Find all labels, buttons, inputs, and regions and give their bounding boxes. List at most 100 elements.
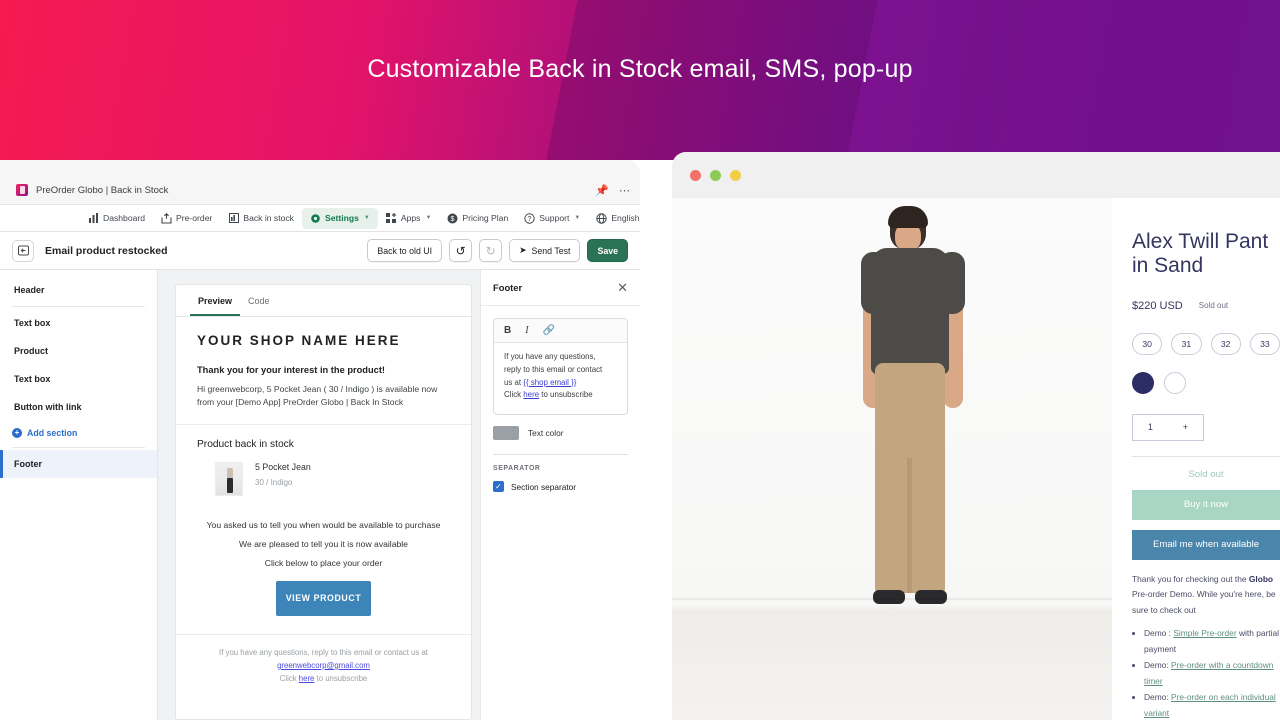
sidebar-item-footer[interactable]: Footer — [0, 450, 157, 478]
back-to-old-ui-button[interactable]: Back to old UI — [367, 239, 443, 262]
product-info: 5 Pocket Jean 30 / Indigo — [255, 462, 311, 496]
bold-button[interactable]: B — [504, 325, 511, 336]
plus-icon: + — [12, 428, 22, 438]
desc-pre: Thank you for checking out the — [1132, 573, 1249, 584]
back-arrow-icon[interactable] — [12, 239, 34, 262]
size-option-30[interactable]: 30 — [1132, 332, 1163, 355]
undo-icon[interactable]: ↺ — [449, 239, 473, 262]
pin-icon[interactable]: 📌 — [595, 186, 609, 197]
email-footer-email-wrap: greenwebcorp@gmail.com — [217, 659, 430, 672]
inventory-icon — [228, 213, 239, 224]
email-divider-1 — [176, 423, 471, 425]
browser-tab[interactable]: PreOrder Globo | Back in Stock — [8, 180, 176, 200]
email-me-when-available-button[interactable]: Email me when available — [1132, 529, 1280, 560]
unsub-pre: Click — [279, 674, 299, 684]
list-item: Demo : Simple Pre-order with partial pay… — [1144, 626, 1280, 658]
sidebar-divider — [12, 306, 145, 307]
model-hair — [888, 206, 928, 228]
product-name: 5 Pocket Jean — [255, 461, 311, 472]
maximize-traffic-light[interactable] — [710, 169, 721, 181]
banner-title: Customizable Back in Stock email, SMS, p… — [367, 55, 913, 83]
inspector-divider — [493, 454, 628, 456]
product-title: Alex Twill Pant in Sand — [1132, 230, 1269, 278]
toolbar-actions: Back to old UI ↺ ↻ ➤ Send Test Save — [367, 239, 628, 262]
quantity-increment[interactable]: + — [1183, 422, 1188, 432]
titlebar-actions: 📌 ⋯ — [595, 186, 630, 197]
rt-line-4-pre: Click — [504, 390, 524, 400]
email-tabs: Preview Code — [176, 285, 471, 317]
product-price-row: $220 USD Sold out — [1132, 300, 1280, 312]
color-swatch-navy[interactable] — [1132, 371, 1154, 394]
demo-links-list: Demo : Simple Pre-order with partial pay… — [1132, 626, 1280, 720]
nav-item-back-in-stock[interactable]: Back in stock — [220, 208, 302, 229]
model-sleeve-left — [861, 252, 887, 314]
desc-post: Pre-order Demo. While you're here, be su… — [1132, 589, 1276, 615]
size-selector: 30 31 32 33 — [1132, 332, 1280, 355]
link-icon[interactable]: 🔗 — [543, 325, 555, 336]
nav-item-language[interactable]: English ▼ — [588, 208, 640, 229]
nav-item-pricing-plan[interactable]: $ Pricing Plan — [439, 208, 516, 229]
rich-text-content[interactable]: If you have any questions, reply to this… — [494, 343, 627, 414]
app-titlebar: PreOrder Globo | Back in Stock 📌 ⋯ — [0, 160, 640, 204]
footer-inspector-panel: Footer ✕ B I 🔗 If you have any questions… — [480, 270, 640, 720]
save-button[interactable]: Save — [587, 239, 628, 262]
storefront-page: Alex Twill Pant in Sand $220 USD Sold ou… — [672, 198, 1280, 720]
minimize-traffic-light[interactable] — [730, 169, 741, 181]
close-traffic-light[interactable] — [690, 169, 701, 181]
bar-chart-icon — [88, 213, 99, 224]
email-canvas: Preview Code YOUR SHOP NAME HERE Thank y… — [158, 270, 480, 720]
quantity-stepper[interactable]: 1 + — [1132, 413, 1204, 441]
size-option-31[interactable]: 31 — [1171, 332, 1202, 355]
tab-preview[interactable]: Preview — [190, 285, 241, 316]
color-selector — [1132, 371, 1280, 394]
separator-section-label: SEPARATOR — [493, 465, 541, 473]
email-message-lines: You asked us to tell you when would be a… — [197, 520, 450, 568]
text-color-row: Text color — [493, 426, 628, 441]
sidebar-item-button-with-link[interactable]: Button with link — [0, 393, 157, 421]
email-line-2: We are pleased to tell you it is now ava… — [239, 538, 408, 549]
email-footer-email-link[interactable]: greenwebcorp@gmail.com — [277, 661, 370, 670]
sidebar-item-text-box-2[interactable]: Text box — [0, 365, 157, 393]
product-stock-status: Sold out — [1198, 301, 1229, 311]
send-test-button[interactable]: ➤ Send Test — [509, 239, 581, 262]
email-line-1: You asked us to tell you when would be a… — [206, 519, 441, 530]
demo-2-pre: Demo: — [1144, 660, 1171, 671]
unsub-post: to unsubscribe — [314, 674, 368, 684]
section-separator-checkbox[interactable]: ✓ — [493, 481, 504, 493]
text-color-swatch[interactable] — [493, 426, 519, 441]
color-swatch-outline[interactable] — [1164, 371, 1186, 394]
nav-item-support[interactable]: ? Support ▼ — [516, 208, 588, 229]
buy-it-now-button[interactable]: Buy it now — [1132, 489, 1280, 520]
nav-item-settings[interactable]: Settings ▼ — [301, 207, 378, 229]
nav-label: Apps — [400, 213, 421, 223]
size-option-33[interactable]: 33 — [1249, 332, 1280, 355]
add-section-button[interactable]: + Add section — [0, 421, 157, 445]
svg-text:?: ? — [528, 216, 532, 223]
unsubscribe-link[interactable]: here — [299, 674, 315, 683]
sidebar-item-product[interactable]: Product — [0, 337, 157, 365]
product-details: Alex Twill Pant in Sand $220 USD Sold ou… — [1120, 198, 1280, 720]
send-test-label: Send Test — [531, 245, 571, 256]
more-icon[interactable]: ⋯ — [619, 186, 630, 197]
svg-text:$: $ — [451, 216, 455, 223]
nav-item-dashboard[interactable]: Dashboard — [80, 208, 153, 229]
app-nav-bar: Dashboard Pre-order Back in stock Settin… — [0, 204, 640, 232]
inspector-title: Footer — [493, 282, 523, 293]
rt-unsubscribe-link[interactable]: here — [523, 390, 539, 399]
nav-item-apps[interactable]: Apps ▼ — [378, 208, 440, 229]
shop-email-variable-link[interactable]: {{ shop email }} — [523, 378, 576, 387]
close-icon[interactable]: ✕ — [617, 281, 628, 294]
nav-item-pre-order[interactable]: Pre-order — [153, 208, 220, 229]
chevron-down-icon: ▼ — [574, 215, 581, 221]
rich-text-editor: B I 🔗 If you have any questions, reply t… — [493, 318, 628, 416]
view-product-button[interactable]: VIEW PRODUCT — [276, 580, 371, 616]
tab-code[interactable]: Code — [240, 285, 278, 316]
redo-icon[interactable]: ↻ — [479, 239, 503, 262]
chevron-down-icon: ▼ — [425, 215, 432, 221]
demo-1-link[interactable]: Simple Pre-order — [1173, 628, 1236, 638]
sidebar-item-header[interactable]: Header — [0, 276, 157, 304]
sidebar-item-text-box-1[interactable]: Text box — [0, 309, 157, 337]
italic-button[interactable]: I — [525, 325, 528, 336]
gear-icon — [310, 213, 321, 224]
size-option-32[interactable]: 32 — [1210, 332, 1241, 355]
